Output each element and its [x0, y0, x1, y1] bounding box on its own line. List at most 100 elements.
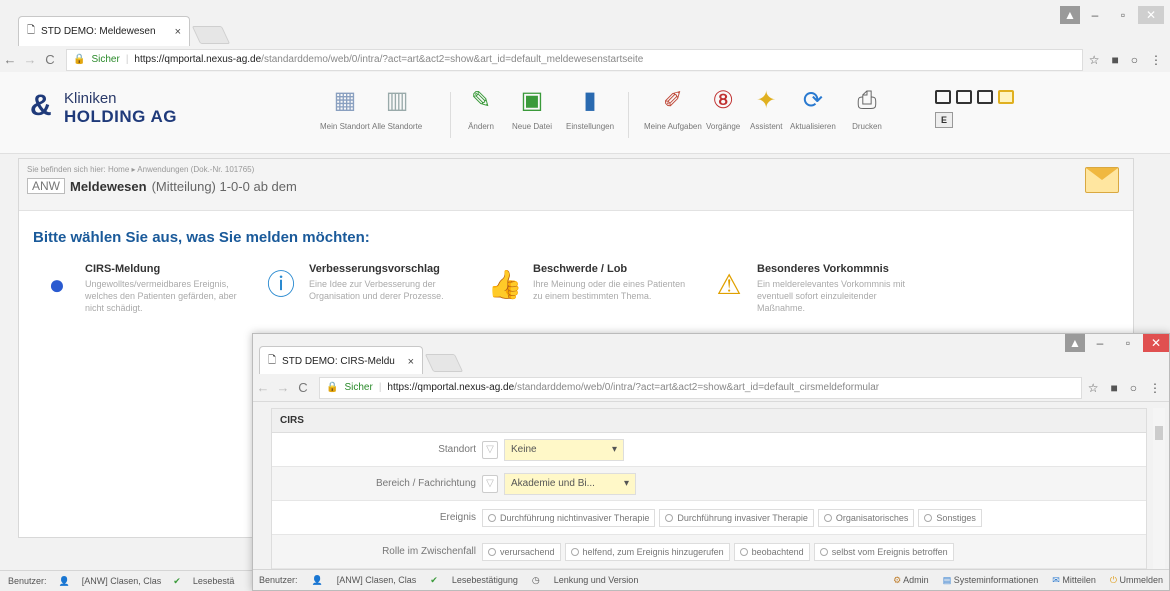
option-cirs[interactable]: ● CIRS-Meldung Ungewolltes/vermeidbares E… [37, 263, 247, 314]
toolbar-neue-datei[interactable]: ▣ Neue Datei [512, 86, 552, 131]
minimize-button[interactable]: – [1087, 334, 1113, 352]
siren-icon: ● [48, 269, 66, 300]
layout-4-icon[interactable] [998, 90, 1014, 104]
back-icon[interactable]: ← [253, 380, 273, 395]
status-user-name[interactable]: [ANW] Clasen, Clas [82, 576, 162, 586]
divider [628, 92, 629, 138]
user-icon: 👤 [58, 575, 70, 586]
status-user-name[interactable]: [ANW] Clasen, Clas [337, 575, 417, 585]
status-mitteilen[interactable]: Mitteilen [1062, 575, 1096, 585]
rolle-option-3[interactable]: beobachtend [733, 542, 810, 561]
lock-icon: 🔒 [326, 382, 339, 393]
layout-2-icon[interactable] [956, 90, 972, 104]
toolbar-einstellungen[interactable]: ▮ Einstellungen [566, 86, 614, 131]
doc-prefix: ANW [27, 178, 65, 194]
status-sysinfo[interactable]: Systeminformationen [954, 575, 1039, 585]
toolbar-meine-aufgaben[interactable]: ✐ Meine Aufgaben [644, 86, 702, 131]
browser-window-cirs: 🗋 STD DEMO: CIRS-Meldu × ▲ – ▫ ✕ ← → C 🔒… [252, 333, 1170, 591]
star-icon[interactable]: ☆ [1088, 381, 1099, 395]
toolbar-drucken[interactable]: ⎙ Drucken [852, 86, 882, 131]
e-button[interactable]: E [935, 112, 953, 128]
url-host: https://qmportal.nexus-ag.de [134, 54, 262, 65]
maximize-button[interactable]: ▫ [1115, 334, 1141, 352]
browser-tab-cirs[interactable]: 🗋 STD DEMO: CIRS-Meldu × [259, 346, 423, 376]
ereignis-option-2[interactable]: Durchführung invasiver Therapie [659, 508, 814, 527]
wand-icon: ✦ [756, 87, 777, 114]
layout-1-icon[interactable] [935, 90, 951, 104]
option-verbesserung[interactable]: ⓘ Verbesserungsvorschlag Eine Idee zur Ve… [261, 263, 471, 307]
close-tab-icon[interactable]: × [408, 356, 414, 368]
profile-icon[interactable]: ○ [1130, 381, 1137, 395]
close-button[interactable]: ✕ [1138, 6, 1164, 24]
toolbar-assistent[interactable]: ✦ Assistent [750, 86, 782, 131]
menu-icon[interactable]: ⋮ [1150, 53, 1162, 67]
user-icon[interactable]: ▲ [1060, 6, 1080, 24]
toolbar-aktualisieren[interactable]: ⟳ Aktualisieren [790, 86, 836, 131]
option-vorkommnis[interactable]: ⚠ Besonderes Vorkommnis Ein melderelevant… [709, 263, 919, 314]
back-icon[interactable]: ← [0, 52, 20, 67]
forward-icon[interactable]: → [273, 380, 293, 395]
maximize-button[interactable]: ▫ [1110, 6, 1136, 24]
ereignis-option-3[interactable]: Organisatorisches [817, 508, 915, 527]
scroll-thumb[interactable] [1155, 426, 1163, 440]
menu-icon[interactable]: ⋮ [1149, 381, 1161, 395]
minimize-button[interactable]: – [1082, 6, 1108, 24]
standort-select[interactable]: Keine ▾ [504, 438, 624, 461]
status-bar: Benutzer: 👤 [ANW] Clasen, Clas ✔ Lesebes… [253, 569, 1169, 590]
read-confirm-icon: ✔ [173, 575, 181, 586]
toolbar-mein-standort[interactable]: ▦ Mein Standort [320, 86, 370, 131]
star-icon[interactable]: ☆ [1089, 53, 1100, 67]
company-logo[interactable]: & Kliniken HOLDING AG [30, 90, 177, 127]
new-tab-button[interactable] [424, 354, 464, 372]
reload-icon[interactable]: C [40, 52, 60, 67]
refresh-icon: ⟳ [802, 87, 823, 114]
url-path: /standarddemo/web/0/intra/?act=art&act2=… [261, 54, 644, 65]
extension-icon[interactable]: ■ [1111, 381, 1118, 395]
reload-icon[interactable]: C [293, 380, 313, 395]
status-read[interactable]: Lesebestä [193, 576, 235, 586]
doc-title: Meldewesen [70, 178, 147, 194]
scrollbar[interactable] [1153, 408, 1165, 570]
logout-icon: ⏻ [1109, 574, 1117, 585]
ereignis-option-1[interactable]: Durchführung nichtinvasiver Therapie [482, 508, 656, 527]
close-button[interactable]: ✕ [1143, 334, 1169, 352]
close-tab-icon[interactable]: × [175, 26, 181, 38]
status-lenkung[interactable]: Lenkung und Version [554, 575, 639, 585]
option-beschwerde[interactable]: 👍 Beschwerde / Lob Ihre Meinung oder die … [485, 263, 695, 307]
forward-icon[interactable]: → [20, 52, 40, 67]
cirs-form: CIRS Standort ▽ Keine ▾ Bereich / Fachric… [271, 408, 1147, 570]
window-controls: ▲ – ▫ ✕ [1060, 6, 1164, 24]
admin-icon: ⚙ [893, 574, 902, 585]
layout-3-icon[interactable] [977, 90, 993, 104]
url-field[interactable]: 🔒 Sicher | https://qmportal.nexus-ag.de/… [66, 48, 1083, 71]
toolbar-aendern[interactable]: ✎ Ändern [466, 86, 496, 131]
toolbar-vorgaenge[interactable]: ⑧ Vorgänge [706, 86, 740, 131]
processes-icon: ⑧ [712, 87, 734, 114]
url-path: /standarddemo/web/0/intra/?act=art&act2=… [514, 382, 880, 393]
filter-icon[interactable]: ▽ [482, 474, 498, 493]
dropdown-arrow-icon: ▾ [611, 444, 617, 455]
row-bereich: Bereich / Fachrichtung ▽ Akademie und Bi… [272, 467, 1146, 501]
window-controls: ▲ – ▫ ✕ [1065, 334, 1169, 352]
rolle-option-2[interactable]: helfend, zum Ereignis hinzugerufen [564, 542, 730, 561]
status-ummelden[interactable]: Ummelden [1119, 575, 1163, 585]
thumbs-up-icon: 👍 [487, 269, 523, 300]
url-field[interactable]: 🔒 Sicher | https://qmportal.nexus-ag.de/… [319, 376, 1082, 399]
new-tab-button[interactable] [191, 26, 231, 44]
ereignis-option-4[interactable]: Sonstiges [918, 508, 982, 527]
toolbar-alle-standorte[interactable]: ▥ Alle Standorte [372, 86, 422, 131]
status-admin[interactable]: Admin [903, 575, 929, 585]
user-icon[interactable]: ▲ [1065, 334, 1085, 352]
logo-line-2: HOLDING AG [64, 107, 177, 126]
mail-icon[interactable] [1085, 167, 1119, 193]
browser-tab-meldewesen[interactable]: 🗋 STD DEMO: Meldewesen × [18, 16, 190, 46]
bereich-select[interactable]: Akademie und Bi... ▾ [504, 472, 636, 495]
standort-label: Standort [438, 444, 476, 455]
status-read[interactable]: Lesebestätigung [452, 575, 518, 585]
rolle-option-1[interactable]: verursachend [482, 542, 561, 561]
extension-icon[interactable]: ■ [1112, 53, 1119, 67]
profile-icon[interactable]: ○ [1131, 53, 1138, 67]
page-icon: 🗋 [268, 355, 277, 366]
filter-icon[interactable]: ▽ [482, 440, 498, 459]
rolle-option-4[interactable]: selbst vom Ereignis betroffen [813, 542, 954, 561]
